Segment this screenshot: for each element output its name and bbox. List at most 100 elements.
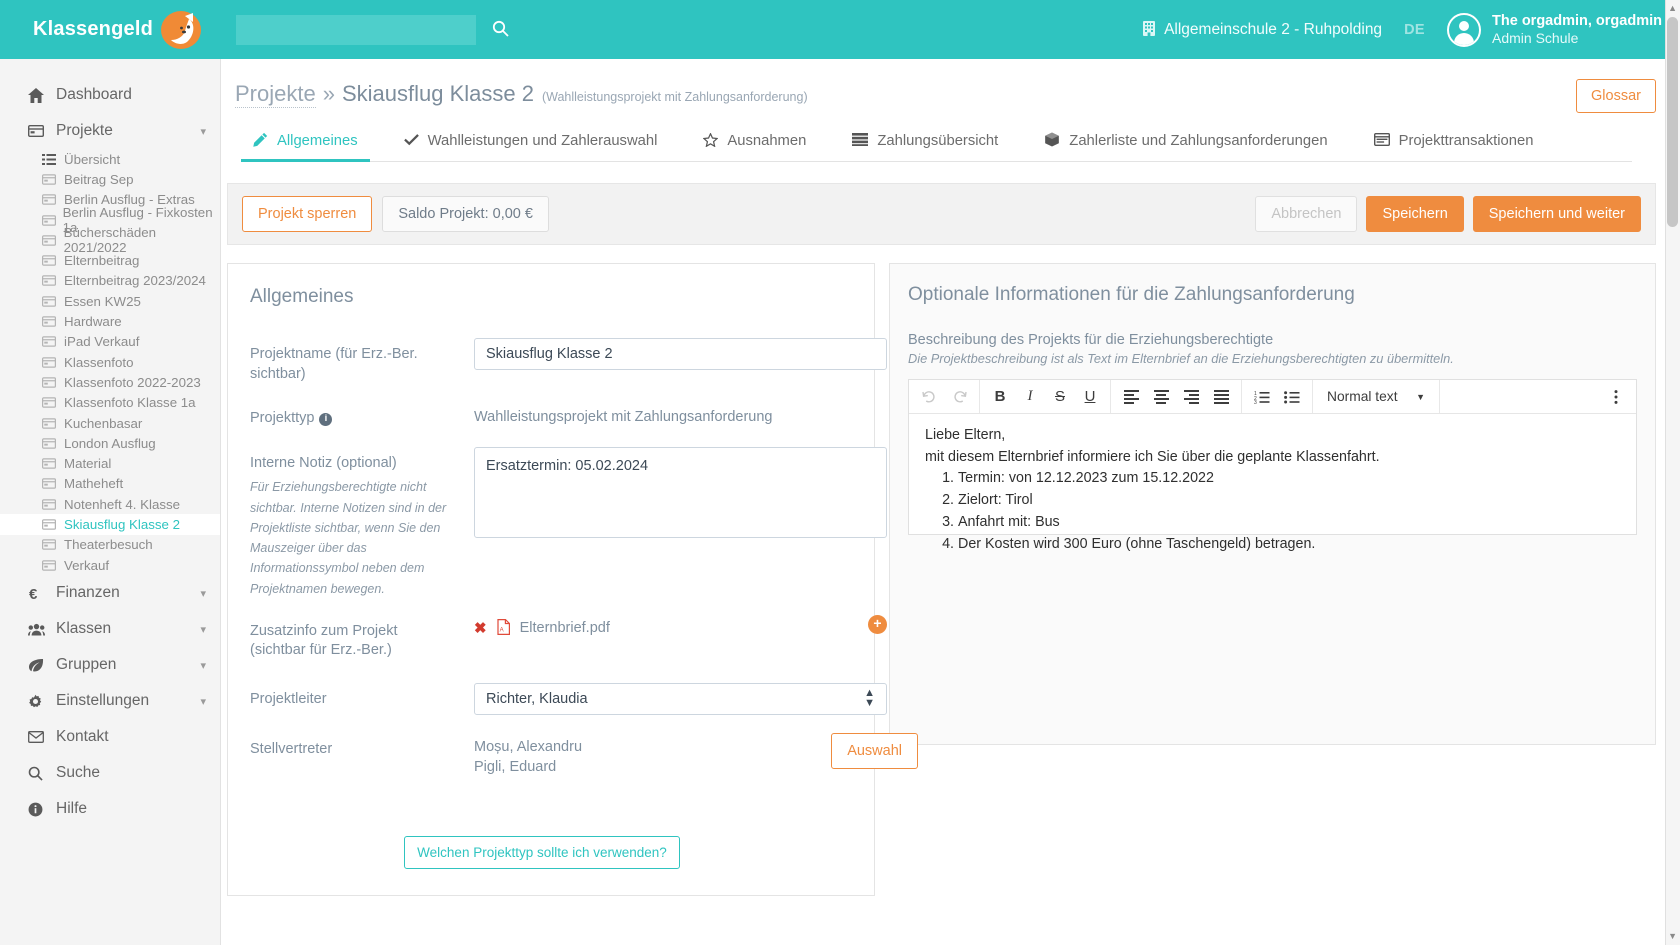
sidebar-item-projekte[interactable]: Projekte ▾ [0, 113, 220, 149]
sidebar-item-einstellungen[interactable]: Einstellungen ▾ [0, 683, 220, 719]
editor-format-group: B I S U [980, 380, 1111, 413]
more-options-icon[interactable] [1601, 382, 1631, 412]
optional-info-title: Optionale Informationen für die Zahlungs… [908, 284, 1355, 305]
scroll-down-arrow-icon[interactable]: ▼ [1668, 932, 1677, 941]
underline-button[interactable]: U [1075, 382, 1105, 412]
align-right-icon[interactable] [1176, 382, 1206, 412]
sidebar-subitem-20[interactable]: Verkauf [0, 555, 220, 575]
sidebar-item-gruppen[interactable]: Gruppen ▾ [0, 647, 220, 683]
sidebar-subitem-label: Material [64, 456, 112, 472]
sidebar-subitem-14[interactable]: London Ausflug [0, 433, 220, 453]
tab-label: Projekttransaktionen [1398, 133, 1534, 149]
card-icon [42, 478, 64, 490]
tab-label: Zahlungsübersicht [877, 133, 999, 149]
action-toolbar: Projekt sperren Saldo Projekt: 0,00 € Ab… [227, 183, 1656, 245]
paragraph-style-select[interactable]: Normal text ▼ [1318, 389, 1434, 404]
sidebar-item-finanzen[interactable]: € Finanzen ▾ [0, 575, 220, 611]
language-switch[interactable]: DE [1404, 22, 1425, 38]
align-justify-icon[interactable] [1206, 382, 1236, 412]
tab-projekttransaktionen[interactable]: Projekttransaktionen [1362, 122, 1546, 161]
sidebar-subitem-active[interactable]: Skiausflug Klasse 2 [0, 514, 220, 535]
field-project-type: Wahlleistungsprojekt mit Zahlungsanforde… [474, 402, 852, 429]
deputy-select-button[interactable]: Auswahl [831, 732, 918, 769]
strikethrough-button[interactable]: S [1045, 382, 1075, 412]
tab-label: Wahlleistungen und Zahlerauswahl [427, 133, 658, 149]
project-leader-select[interactable] [474, 682, 887, 715]
tab-allgemeines[interactable]: Allgemeines [241, 122, 370, 162]
info-icon[interactable]: i [319, 413, 333, 427]
sidebar-item-dashboard[interactable]: Dashboard [0, 77, 220, 113]
field-internal-note [474, 446, 887, 599]
sidebar-subitem-7[interactable]: Essen KW25 [0, 291, 220, 311]
internal-note-textarea[interactable] [474, 446, 887, 538]
chevron-down-icon: ▾ [200, 695, 206, 708]
sidebar-item-suche[interactable]: Suche [0, 755, 220, 791]
school-selector[interactable]: Allgemeinschule 2 - Ruhpolding [1143, 20, 1382, 39]
editor-line-2: mit diesem Elternbrief informiere ich Si… [925, 448, 1380, 465]
tab-zahlerliste-und-zahlungsanforderungen[interactable]: Zahlerliste und Zahlungsanforderungen [1032, 122, 1339, 161]
sidebar-subitem-10[interactable]: Klassenfoto [0, 352, 220, 372]
sidebar-subitem-11[interactable]: Klassenfoto 2022-2023 [0, 372, 220, 392]
save-and-continue-button[interactable]: Speichern und weiter [1472, 196, 1641, 232]
add-icon[interactable]: + [868, 614, 887, 634]
project-type-help-button[interactable]: Welchen Projekttyp sollte ich verwenden? [404, 836, 680, 870]
remove-icon[interactable]: ✖ [474, 619, 487, 637]
user-menu[interactable]: The orgadmin, orgadmin Admin Schule [1447, 12, 1662, 48]
italic-button[interactable]: I [1015, 382, 1045, 412]
project-name-input[interactable] [474, 338, 887, 370]
attachment-file-name[interactable]: Elternbrief.pdf [520, 620, 610, 636]
sidebar-subitem-8[interactable]: Hardware [0, 311, 220, 331]
save-button[interactable]: Speichern [1366, 196, 1464, 232]
list-icon [42, 153, 64, 165]
sidebar-subitem-label: Bücherschäden 2021/2022 [63, 225, 157, 256]
sidebar-item-hilfe[interactable]: Hilfe [0, 791, 220, 827]
pencil-icon [253, 132, 268, 150]
sidebar-subitem-19[interactable]: Theaterbesuch [0, 535, 220, 555]
align-center-icon[interactable] [1146, 382, 1176, 412]
sidebar-subitem-6[interactable]: Elternbeitrag 2023/2024 [0, 271, 220, 291]
sidebar-subitem-4[interactable]: Bücherschäden 2021/2022 [0, 225, 220, 255]
search-input[interactable] [236, 14, 476, 45]
tab-ausnahmen[interactable]: Ausnahmen [691, 122, 818, 161]
sidebar-item-kontakt[interactable]: Kontakt [0, 719, 220, 755]
sidebar-subitem-1[interactable]: Beitrag Sep [0, 169, 220, 189]
sidebar-subitem-15[interactable]: Material [0, 453, 220, 473]
bold-button[interactable]: B [985, 382, 1015, 412]
project-balance-button[interactable]: Saldo Projekt: 0,00 € [382, 196, 549, 232]
align-left-icon[interactable] [1116, 382, 1146, 412]
sidebar-subitem-16[interactable]: Matheheft [0, 474, 220, 494]
sidebar-subitem-13[interactable]: Kuchenbasar [0, 413, 220, 433]
brand-logo[interactable]: Klassengeld [0, 10, 236, 50]
tab-zahlungs-bersicht[interactable]: Zahlungsübersicht [840, 122, 1010, 161]
sidebar-subitem-label: Verkauf [64, 557, 110, 573]
sidebar-item-klassen[interactable]: Klassen ▾ [0, 611, 220, 647]
scroll-up-arrow-icon[interactable]: ▲ [1668, 4, 1677, 13]
card-icon [42, 316, 64, 327]
row-internal-note: Interne Notiz (optional) Für Erziehungsb… [238, 446, 887, 599]
card-icon [42, 498, 64, 510]
sidebar-subitem-12[interactable]: Klassenfoto Klasse 1a [0, 393, 220, 413]
row-deputies: Stellvertreter Moșu, Alexandru Pigli, Edu… [238, 732, 918, 778]
glossar-button[interactable]: Glossar [1576, 79, 1656, 113]
undo-icon[interactable] [914, 382, 944, 412]
ordered-list-icon[interactable]: 1 2 3 [1247, 382, 1277, 412]
paragraph-style-value: Normal text [1327, 389, 1398, 404]
redo-icon[interactable] [944, 382, 974, 412]
sidebar-subitem-0[interactable]: Übersicht [0, 149, 220, 169]
editor-style-group: Normal text ▼ [1313, 380, 1440, 413]
cancel-button[interactable]: Abbrechen [1255, 196, 1358, 232]
sidebar-subitem-17[interactable]: Notenheft 4. Klasse [0, 494, 220, 514]
page-scrollbar-thumb[interactable] [1667, 17, 1678, 227]
user-info: The orgadmin, orgadmin Admin Schule [1492, 12, 1662, 48]
sidebar-subitem-9[interactable]: iPad Verkauf [0, 332, 220, 352]
field-project-leader: ▲▼ [474, 682, 887, 715]
lock-project-button[interactable]: Projekt sperren [242, 196, 373, 232]
chevron-down-icon: ▾ [200, 659, 206, 672]
bullet-list-icon[interactable] [1277, 382, 1307, 412]
page-scrollbar-track[interactable]: ▲ ▼ [1665, 0, 1680, 945]
tab-wahlleistungen-und-zahlerauswahl[interactable]: Wahlleistungen und Zahlerauswahl [392, 122, 670, 161]
search-icon[interactable] [492, 20, 509, 40]
editor-list-item: Der Kosten wird 300 Euro (ohne Taschenge… [958, 534, 1620, 556]
editor-content[interactable]: Liebe Eltern, mit diesem Elternbrief inf… [909, 414, 1636, 552]
breadcrumb-parent[interactable]: Projekte [235, 81, 316, 108]
